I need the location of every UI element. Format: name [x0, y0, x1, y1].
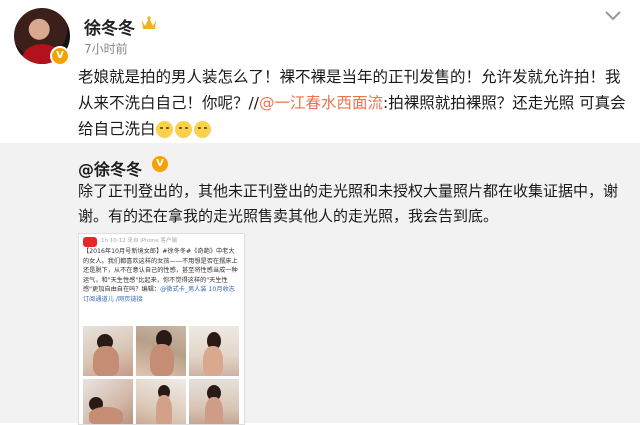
photo-thumbnail	[136, 379, 186, 424]
embed-meta: 1h 10-12 来自 iPhone 客户端	[101, 238, 178, 244]
quoted-text: 除了正刊登出的，其他未正刊登出的走光照和未授权大量照片都在收集证据中，谢谢。有的…	[78, 182, 619, 225]
embed-text: 【2016年10月号新境女郎】#徐冬冬#《奇葩》中老大的女人。我们都喜欢这样的女…	[83, 247, 239, 304]
mention-link[interactable]: @一江春水西面流	[259, 94, 383, 112]
photo-thumbnail	[83, 326, 133, 376]
photo-grid	[83, 326, 241, 424]
weibo-logo-icon	[83, 237, 97, 247]
embedded-image[interactable]: 1h 10-12 来自 iPhone 客户端 【2016年10月号新境女郎】#徐…	[78, 233, 245, 425]
emoji-icon	[174, 120, 192, 138]
reposted-weibo[interactable]: @徐冬冬 V 除了正刊登出的，其他未正刊登出的走光照和未授权大量照片都在收集证据…	[0, 143, 640, 425]
quoted-username[interactable]: @徐冬冬	[78, 156, 142, 180]
username[interactable]: 徐冬冬	[84, 14, 135, 39]
verified-badge: V	[50, 46, 70, 66]
quoted-verified-badge: V	[152, 156, 168, 172]
photo-thumbnail	[189, 379, 239, 424]
emoji-icon	[193, 120, 211, 138]
photo-thumbnail	[83, 379, 133, 424]
emoji-group	[155, 117, 213, 143]
post-time[interactable]: 7小时前	[84, 40, 128, 57]
crown-icon	[142, 16, 156, 29]
photo-thumbnail	[136, 326, 186, 376]
chevron-down-icon[interactable]	[604, 10, 622, 22]
emoji-icon	[155, 120, 173, 138]
photo-thumbnail	[189, 326, 239, 376]
post-text: 老娘就是拍的男人装怎么了！裸不裸是当年的正刊发售的！允许发就允许拍！我从来不洗白…	[78, 64, 626, 143]
